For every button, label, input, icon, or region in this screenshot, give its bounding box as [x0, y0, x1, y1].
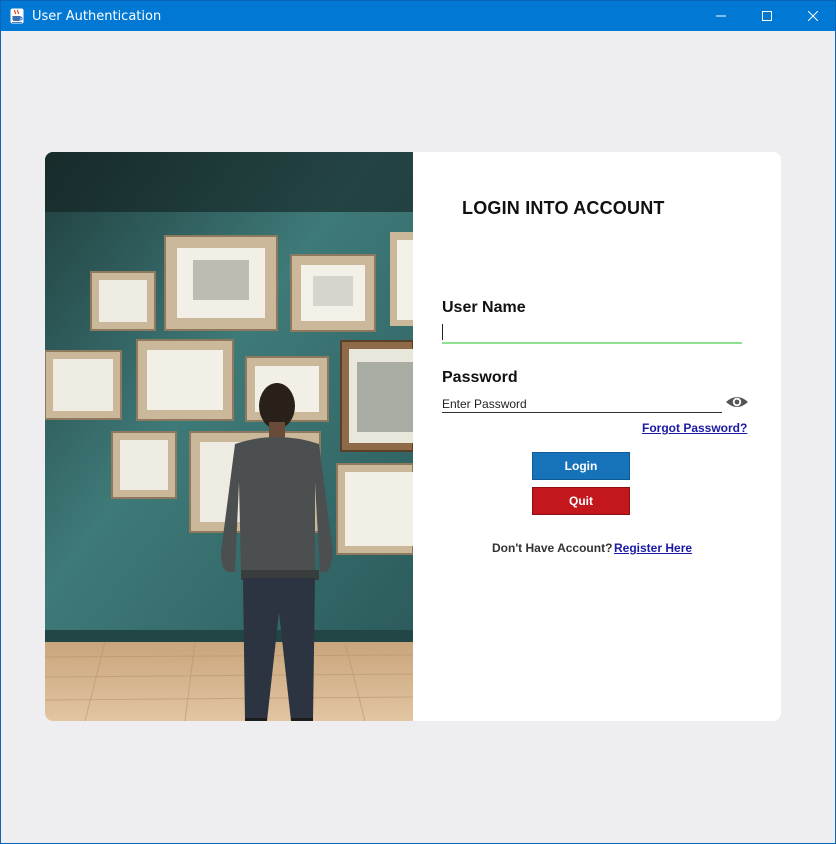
login-button[interactable]: Login — [532, 452, 630, 480]
minimize-button[interactable] — [698, 1, 744, 31]
register-link[interactable]: Register Here — [614, 541, 692, 555]
no-account-text: Don't Have Account? — [492, 541, 613, 555]
close-icon — [808, 11, 818, 21]
login-card: LOGIN INTO ACCOUNT User Name Password Fo… — [45, 152, 781, 721]
gallery-photo — [45, 152, 413, 721]
close-button[interactable] — [790, 1, 836, 31]
page-title: LOGIN INTO ACCOUNT — [462, 198, 665, 218]
forgot-password-link[interactable]: Forgot Password? — [642, 421, 747, 435]
eye-icon[interactable] — [725, 394, 749, 410]
java-coffee-cup-icon — [10, 8, 24, 24]
login-form: LOGIN INTO ACCOUNT User Name Password Fo… — [413, 152, 781, 721]
quit-button[interactable]: Quit — [532, 487, 630, 515]
username-label: User Name — [442, 299, 526, 316]
maximize-icon — [762, 11, 772, 21]
title-bar[interactable]: User Authentication — [1, 1, 835, 31]
text-caret — [442, 324, 443, 340]
minimize-icon — [716, 15, 726, 17]
window-title: User Authentication — [32, 9, 162, 24]
maximize-button[interactable] — [744, 1, 790, 31]
app-window: User Authentication LOGIN INTO ACCOUNT U… — [0, 0, 836, 844]
username-field[interactable] — [442, 322, 742, 344]
password-label: Password — [442, 369, 518, 386]
password-field[interactable] — [442, 395, 722, 413]
